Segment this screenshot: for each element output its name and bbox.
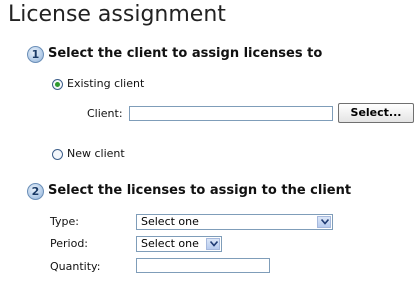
quantity-label: Quantity: — [50, 260, 101, 273]
existing-client-label: Existing client — [67, 77, 145, 90]
client-input[interactable] — [129, 106, 333, 121]
chevron-down-icon — [206, 238, 220, 250]
period-select-value: Select one — [141, 237, 199, 250]
period-select[interactable]: Select one — [136, 236, 222, 252]
page-title: License assignment — [8, 2, 226, 27]
new-client-label: New client — [67, 147, 125, 160]
select-client-button[interactable]: Select... — [338, 103, 414, 123]
step-1-heading: Select the client to assign licenses to — [48, 46, 323, 61]
type-select-value: Select one — [141, 215, 199, 228]
new-client-radio[interactable] — [52, 149, 63, 160]
type-select[interactable]: Select one — [136, 214, 333, 230]
step-2-heading: Select the licenses to assign to the cli… — [48, 183, 352, 198]
client-field-label: Client: — [87, 107, 123, 120]
quantity-input[interactable] — [136, 258, 270, 273]
type-label: Type: — [50, 215, 79, 228]
chevron-down-icon — [317, 216, 331, 228]
step-2-badge: 2 — [27, 183, 44, 200]
existing-client-radio[interactable] — [52, 79, 63, 90]
step-1-badge: 1 — [27, 46, 44, 63]
period-label: Period: — [50, 237, 89, 250]
